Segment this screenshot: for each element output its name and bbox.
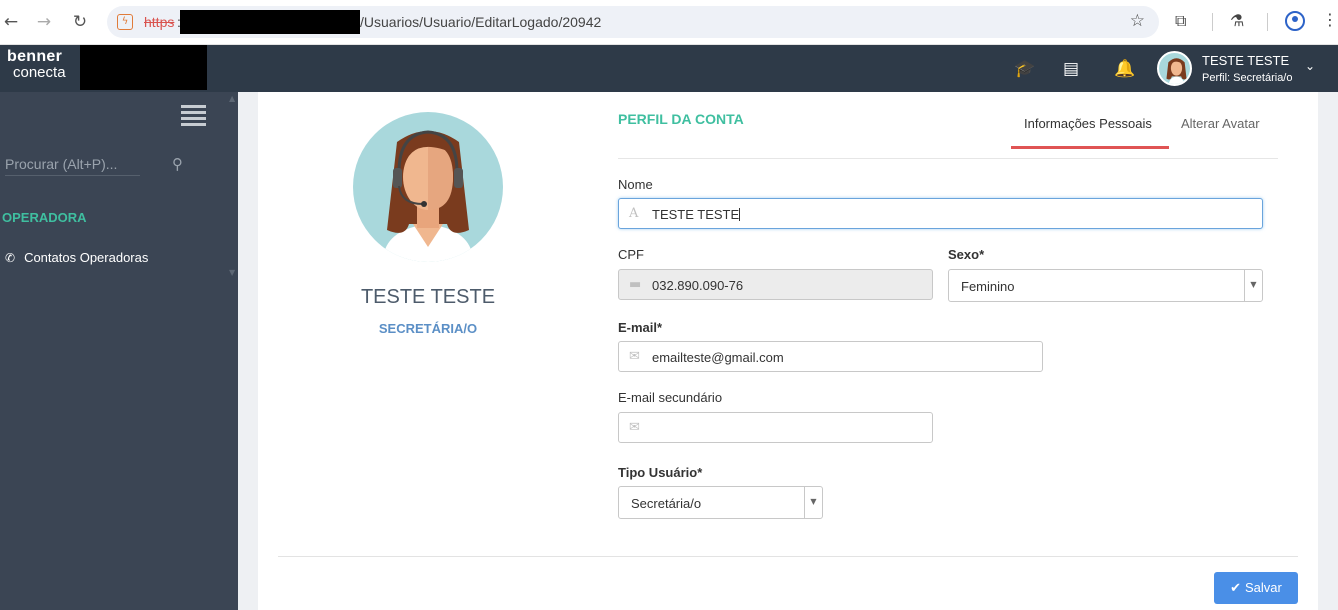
sidebar-item-contatos-operadoras[interactable]: ✆ Contatos Operadoras <box>5 250 148 265</box>
chevron-down-icon[interactable]: ⌄ <box>1305 59 1315 73</box>
header-user-profile: Perfil: Secretária/o <box>1202 72 1293 84</box>
envelope-icon: ✉ <box>629 349 640 364</box>
url-path: /Usuarios/Usuario/EditarLogado/20942 <box>360 14 602 30</box>
email-field[interactable]: ✉ emailteste@gmail.com <box>618 341 1043 372</box>
sexo-label: Sexo* <box>948 247 985 262</box>
reload-icon[interactable]: ↻ <box>69 11 91 33</box>
nome-field[interactable]: A TESTE TESTE <box>618 198 1263 229</box>
forward-icon[interactable]: → <box>33 11 55 33</box>
active-tab-indicator <box>1011 146 1169 149</box>
sidebar-section-operadora: OPERADORA <box>2 210 87 225</box>
save-label: Salvar <box>1245 580 1282 595</box>
sexo-select[interactable]: Feminino ▼ <box>948 269 1263 302</box>
address-bar[interactable]: ϟ https : /Usuarios/Usuario/EditarLogado… <box>107 6 1159 38</box>
tipo-usuario-select[interactable]: Secretária/o ▼ <box>618 486 823 519</box>
tabs-divider <box>618 158 1278 159</box>
hamburger-menu-icon[interactable] <box>181 105 206 126</box>
bookmark-star-icon[interactable]: ☆ <box>1130 11 1145 31</box>
logo-line2: conecta <box>13 64 66 81</box>
cpf-label: CPF <box>618 247 644 262</box>
nome-text: TESTE TESTE <box>652 207 740 222</box>
profile-panel: TESTE TESTE SECRETÁRIA/O PERFIL DA CONTA… <box>258 92 1318 610</box>
tab-alterar-avatar[interactable]: Alterar Avatar <box>1181 116 1260 131</box>
profile-name: TESTE TESTE <box>360 286 496 308</box>
tab-informacoes-pessoais[interactable]: Informações Pessoais <box>1024 116 1152 131</box>
browser-toolbar: ← → ↻ ϟ https : /Usuarios/Usuario/Editar… <box>0 0 1338 45</box>
footer-divider <box>278 556 1298 557</box>
redacted-logo-area <box>80 45 207 90</box>
profile-avatar <box>353 112 503 262</box>
redacted-host <box>180 10 360 34</box>
header-user-name[interactable]: TESTE TESTE <box>1202 53 1289 68</box>
graduation-cap-icon[interactable]: 🎓 <box>1014 59 1035 79</box>
email-label: E-mail* <box>618 320 663 335</box>
sidebar-scroll-down-icon[interactable]: ▼ <box>229 268 235 277</box>
toolbar-divider <box>1267 13 1268 31</box>
nome-value: TESTE TESTE <box>652 207 741 222</box>
app-header: benner conecta 🎓 ▤ 🔔 TESTE TESTE Perfil:… <box>0 45 1338 92</box>
sexo-value: Feminino <box>961 279 1015 294</box>
sidebar: ▲ ▼ Procurar (Alt+P)... ⚲ OPERADORA ✆ Con… <box>0 92 238 610</box>
browser-menu-icon[interactable]: ⋮ <box>1322 10 1338 29</box>
bell-icon[interactable]: 🔔 <box>1114 59 1135 79</box>
text-cursor <box>739 208 741 221</box>
cpf-value: 032.890.090-76 <box>652 278 744 293</box>
profile-role: SECRETÁRIA/O <box>378 321 478 336</box>
benner-logo[interactable]: benner conecta <box>7 48 66 81</box>
sidebar-item-label: Contatos Operadoras <box>24 250 149 265</box>
logo-line1: benner <box>7 48 63 65</box>
envelope-icon: ✉ <box>629 420 640 435</box>
tipo-usuario-label: Tipo Usuário* <box>618 465 703 480</box>
nome-label: Nome <box>618 177 653 192</box>
tipo-usuario-value: Secretária/o <box>631 496 702 511</box>
newspaper-icon[interactable]: ▤ <box>1063 59 1079 79</box>
toolbar-divider <box>1212 13 1213 31</box>
avatar[interactable] <box>1157 51 1192 86</box>
sidebar-scroll-up-icon[interactable]: ▲ <box>229 94 235 103</box>
sidebar-search-input[interactable]: Procurar (Alt+P)... <box>5 156 140 176</box>
labs-flask-icon[interactable]: ⚗ <box>1230 11 1244 30</box>
save-button[interactable]: ✔ Salvar <box>1214 572 1298 604</box>
extensions-icon[interactable]: ⧉ <box>1175 11 1186 31</box>
section-title: PERFIL DA CONTA <box>618 111 744 127</box>
chevron-down-icon[interactable]: ▼ <box>1244 270 1262 301</box>
back-icon[interactable]: ← <box>0 11 22 33</box>
browser-profile-icon[interactable] <box>1285 11 1305 31</box>
search-icon[interactable]: ⚲ <box>172 155 183 173</box>
font-icon: A <box>629 206 639 221</box>
email-secundario-field[interactable]: ✉ <box>618 412 933 443</box>
chevron-down-icon[interactable]: ▼ <box>804 487 822 518</box>
phone-icon: ✆ <box>5 251 16 265</box>
email-value: emailteste@gmail.com <box>652 350 784 365</box>
check-icon: ✔ <box>1230 581 1242 596</box>
credit-card-icon: ▬ <box>629 277 642 292</box>
cpf-field[interactable]: ▬ 032.890.090-76 <box>618 269 933 300</box>
not-secure-icon[interactable]: ϟ <box>117 14 133 30</box>
main-content: TESTE TESTE SECRETÁRIA/O PERFIL DA CONTA… <box>238 92 1338 610</box>
email-secundario-label: E-mail secundário <box>618 390 723 405</box>
url-scheme: https <box>144 14 175 30</box>
